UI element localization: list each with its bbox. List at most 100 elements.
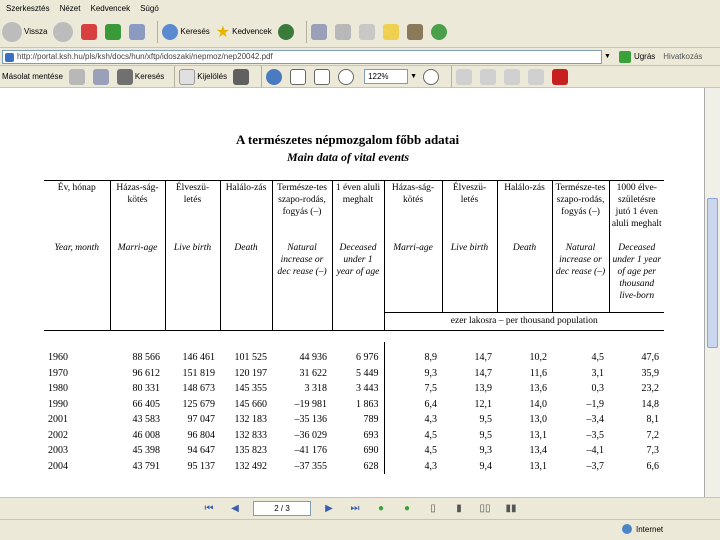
- review-icon: [504, 68, 521, 85]
- pdf-viewer[interactable]: A természetes népmozgalom főbb adatai Ma…: [0, 88, 705, 497]
- vital-events-table: Év, hónap Házas-ság-kötés Élveszü-letés …: [44, 180, 664, 331]
- menu-favorites[interactable]: Kedvencek: [90, 4, 130, 13]
- save-copy-label: Másolat mentése: [2, 72, 63, 81]
- first-page-button[interactable]: ⏮: [201, 502, 217, 516]
- menu-view[interactable]: Nézet: [60, 4, 81, 13]
- last-page-button[interactable]: ⏭: [347, 502, 363, 516]
- value-cell: 3 443: [356, 383, 379, 394]
- value-cell: –4,1: [586, 445, 605, 456]
- value-cell: 151 819: [182, 367, 216, 379]
- next-view-button[interactable]: ●: [399, 502, 415, 516]
- address-dropdown-icon[interactable]: ▼: [604, 53, 611, 60]
- adobe-button[interactable]: [552, 68, 570, 85]
- table-row: 1960 88 566 146 461 101 525 44 936 6 976 8,9 14…: [44, 342, 664, 366]
- menu-help[interactable]: Súgó: [140, 4, 159, 13]
- zoom-in-button[interactable]: [423, 68, 441, 85]
- previous-view-button[interactable]: ●: [373, 502, 389, 516]
- messenger-button[interactable]: [430, 23, 449, 40]
- value-cell: 3 318: [304, 383, 328, 394]
- year-cell: 1970: [48, 367, 68, 379]
- value-cell: 66 405: [132, 398, 161, 410]
- select-tool-button[interactable]: Kijelölés: [179, 68, 227, 85]
- last-page-icon: ⏭: [350, 503, 360, 514]
- research-icon: [406, 23, 423, 40]
- continuous-button[interactable]: ▮: [451, 502, 467, 516]
- zoom-tool-button[interactable]: [266, 68, 284, 85]
- notes-button[interactable]: [382, 23, 401, 40]
- history-button[interactable]: [277, 23, 296, 40]
- back-button[interactable]: Vissza: [2, 21, 47, 42]
- go-button[interactable]: Ugrás: [618, 50, 655, 63]
- zone-label: Internet: [636, 524, 664, 534]
- zoom-out-button[interactable]: [338, 68, 356, 85]
- pdf-email-button[interactable]: [92, 68, 111, 85]
- sign-button[interactable]: [480, 68, 498, 85]
- pages-button[interactable]: [528, 68, 546, 85]
- value-cell: 9,4: [479, 460, 493, 472]
- page-navigation-bar: ⏮ ◀ 2 / 3 ▶ ⏭ ● ● ▯ ▮ ▯▯ ▮▮: [0, 497, 720, 519]
- single-page-button[interactable]: ▯: [425, 502, 441, 516]
- snapshot-button[interactable]: [233, 68, 251, 85]
- value-cell: 13,0: [529, 414, 548, 425]
- value-cell: 11,6: [529, 367, 547, 379]
- research-button[interactable]: [406, 23, 425, 40]
- value-cell: 13,1: [529, 460, 548, 472]
- continuous-facing-button[interactable]: ▮▮: [503, 502, 519, 516]
- rotate-button[interactable]: [456, 68, 474, 85]
- facing-button[interactable]: ▯▯: [477, 502, 493, 516]
- value-cell: 45 398: [132, 445, 161, 456]
- stop-icon: [81, 23, 98, 40]
- links-label[interactable]: Hivatkozás: [663, 52, 702, 61]
- header-cell: Házas-ság-kötés: [109, 180, 165, 230]
- pdf-toolbar: Másolat mentése Keresés Kijelölés 122% ▼: [0, 65, 720, 88]
- toolbar-separator: [261, 65, 263, 88]
- review-button[interactable]: [504, 68, 522, 85]
- value-cell: 7,5: [383, 381, 442, 397]
- edit-button[interactable]: [358, 23, 377, 40]
- stop-button[interactable]: [81, 23, 99, 40]
- next-page-button[interactable]: ▶: [321, 502, 337, 516]
- value-cell: 145 355: [234, 383, 268, 394]
- value-cell: –41 176: [294, 445, 328, 456]
- menu-edit[interactable]: Szerkesztés: [6, 4, 50, 13]
- save-copy-button[interactable]: Másolat mentése: [2, 72, 63, 81]
- search-button[interactable]: Keresés: [162, 23, 210, 40]
- notes-icon: [382, 23, 399, 40]
- home-button[interactable]: [129, 23, 147, 40]
- pdf-search-button[interactable]: Keresés: [116, 68, 164, 85]
- address-input[interactable]: http://portal.ksh.hu/pls/ksh/docs/hun/xf…: [2, 49, 602, 64]
- zoom-dropdown-icon[interactable]: ▼: [410, 73, 417, 80]
- pdf-print-button[interactable]: [68, 68, 87, 85]
- header-cell-en: Deceased under 1 year of age per thousan…: [608, 230, 664, 312]
- fit-page-button[interactable]: [290, 68, 308, 85]
- fit-width-button[interactable]: [314, 68, 332, 85]
- page-number-input[interactable]: 2 / 3: [253, 501, 311, 516]
- value-cell: 9,5: [479, 414, 493, 425]
- header-cell-en: Live birth: [164, 230, 220, 312]
- value-cell: 5 449: [356, 367, 379, 379]
- unit-label: ezer lakosra – per thousand population: [383, 311, 664, 331]
- year-cell: 2003: [48, 445, 68, 456]
- continuous-icon: ▮: [456, 503, 462, 514]
- print-button[interactable]: [334, 23, 353, 40]
- forward-button[interactable]: [53, 21, 75, 42]
- value-cell: 96 804: [187, 429, 216, 441]
- mail-button[interactable]: [310, 23, 329, 40]
- fit-width-icon: [314, 68, 331, 85]
- vital-events-data: 1960 88 566 146 461 101 525 44 936 6 976 8,9 14…: [44, 342, 664, 474]
- scrollbar-thumb[interactable]: [707, 198, 718, 348]
- previous-page-button[interactable]: ◀: [227, 502, 243, 516]
- single-page-icon: ▯: [430, 503, 436, 514]
- vertical-scrollbar[interactable]: [705, 88, 720, 497]
- unit-spacer: [331, 312, 384, 331]
- favorites-button[interactable]: ★ Kedvencek: [216, 22, 272, 42]
- value-cell: 4,3: [383, 412, 442, 428]
- printer-icon: [68, 68, 85, 85]
- value-cell: 1 863: [356, 398, 379, 410]
- printer-icon: [334, 23, 351, 40]
- zoom-level-input[interactable]: 122%: [364, 69, 409, 84]
- value-cell: 132 492: [234, 460, 268, 472]
- favorites-label: Kedvencek: [232, 27, 272, 36]
- refresh-button[interactable]: [105, 23, 123, 40]
- value-cell: 4,5: [591, 352, 605, 363]
